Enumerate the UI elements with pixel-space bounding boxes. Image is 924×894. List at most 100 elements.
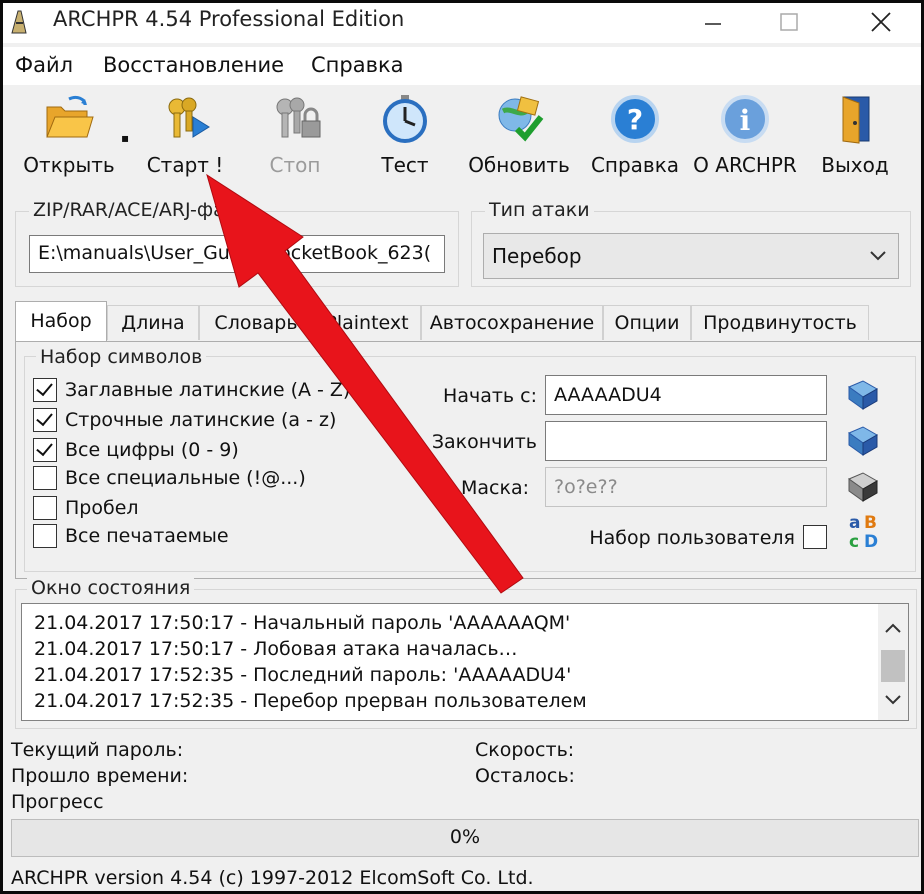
maximize-icon — [780, 13, 798, 31]
space-checkbox-row[interactable]: Пробел — [33, 495, 139, 521]
tab-plaintext[interactable]: Plaintext — [313, 305, 421, 340]
scroll-up-icon[interactable] — [878, 614, 908, 644]
uppercase-checkbox[interactable] — [33, 378, 57, 402]
open-dropdown-arrow[interactable]: ▪ — [121, 131, 129, 145]
tab-charset[interactable]: Набор — [15, 301, 107, 342]
svg-text:a: a — [849, 513, 860, 533]
start-button[interactable]: Старт ! — [129, 87, 241, 187]
lowercase-checkbox[interactable] — [33, 408, 57, 432]
menu-recovery[interactable]: Восстановление — [103, 53, 284, 77]
minimize-button[interactable] — [683, 3, 743, 41]
mask-picker-icon[interactable] — [845, 469, 879, 503]
printable-checkbox-row[interactable]: Все печатаемые — [33, 523, 229, 549]
log-line: 21.04.2017 17:50:17 - Начальный пароль '… — [34, 612, 571, 634]
about-label: О ARCHPR — [693, 153, 797, 177]
app-icon — [11, 10, 27, 34]
progress-bar: 0% — [11, 819, 919, 857]
menu-bar: Файл Восстановление Справка — [3, 47, 921, 85]
open-button[interactable]: Открыть — [13, 87, 125, 187]
start-from-picker-icon[interactable] — [845, 377, 879, 411]
keys-play-icon — [168, 97, 210, 138]
space-checkbox[interactable] — [33, 496, 57, 520]
menu-file[interactable]: Файл — [15, 53, 73, 77]
close-icon — [871, 12, 891, 32]
title-bar: ARCHPR 4.54 Professional Edition — [3, 3, 921, 43]
log-scrollbar[interactable] — [878, 604, 908, 720]
special-checkbox-row[interactable]: Все специальные (!@...) — [33, 465, 306, 491]
minimize-icon — [705, 23, 721, 25]
keys-lock-icon — [276, 97, 321, 138]
lowercase-label: Строчные латинские (a - z) — [65, 409, 337, 431]
tab-options[interactable]: Опции — [603, 305, 691, 340]
abcd-charset-icon[interactable]: a B c D — [847, 511, 883, 551]
app-window: ARCHPR 4.54 Professional Edition Файл Во… — [0, 0, 924, 894]
stopwatch-icon — [383, 95, 427, 143]
log-line: 21.04.2017 17:50:17 - Лобовая атака нача… — [34, 638, 518, 660]
digits-checkbox-row[interactable]: Все цифры (0 - 9) — [33, 437, 239, 463]
scroll-down-icon[interactable] — [878, 686, 908, 716]
space-label: Пробел — [65, 497, 139, 519]
printable-label: Все печатаемые — [65, 525, 229, 547]
stop-button: Стоп — [239, 87, 351, 187]
status-log[interactable]: 21.04.2017 17:50:17 - Начальный пароль '… — [21, 603, 909, 721]
special-checkbox[interactable] — [33, 466, 57, 490]
printable-checkbox[interactable] — [33, 524, 57, 548]
tab-length[interactable]: Длина — [107, 305, 199, 340]
exit-button[interactable]: Выход — [799, 87, 911, 187]
status-bar: ARCHPR version 4.54 (c) 1997-2012 ElcomS… — [11, 867, 534, 889]
test-label: Тест — [381, 153, 429, 177]
mask-input[interactable]: ?o?e?? — [545, 467, 827, 507]
file-group-title: ZIP/RAR/ACE/ARJ-файл — [29, 199, 254, 221]
update-label: Обновить — [468, 153, 570, 177]
end-picker-icon[interactable] — [845, 423, 879, 457]
toolbar: Открыть ▪ Старт ! Стоп Тест Обновить ? С… — [3, 87, 921, 187]
open-label: Открыть — [23, 153, 115, 177]
exit-label: Выход — [821, 153, 889, 177]
tab-autosave[interactable]: Автосохранение — [421, 305, 603, 340]
attack-type-select[interactable]: Перебор — [483, 233, 899, 279]
window-title: ARCHPR 4.54 Professional Edition — [53, 7, 405, 31]
question-circle-icon: ? — [611, 95, 659, 143]
archive-path-input[interactable]: E:\manuals\User_Guide_PocketBook_623( — [29, 235, 445, 273]
globe-check-icon — [498, 96, 544, 142]
start-label: Старт ! — [146, 153, 224, 177]
log-line: 21.04.2017 17:52:35 - Перебор прерван по… — [34, 690, 587, 712]
maximize-button[interactable] — [759, 3, 819, 41]
lowercase-checkbox-row[interactable]: Строчные латинские (a - z) — [33, 407, 336, 433]
mask-label: Маска: — [460, 477, 529, 499]
svg-text:D: D — [864, 532, 878, 551]
progress-percent: 0% — [449, 826, 481, 848]
start-from-input[interactable]: AAAAADU4 — [545, 375, 827, 415]
attack-type-title: Тип атаки — [485, 199, 594, 221]
uppercase-checkbox-row[interactable]: Заглавные латинские (A - Z) — [33, 377, 350, 403]
progress-label: Прогресс — [11, 791, 104, 813]
chevron-down-icon — [868, 234, 888, 293]
help-button[interactable]: ? Справка — [579, 87, 691, 187]
status-window-title: Окно состояния — [27, 577, 195, 599]
tab-dictionary[interactable]: Словарь — [199, 305, 313, 340]
charset-title: Набор символов — [36, 346, 207, 368]
end-input[interactable] — [545, 421, 827, 461]
attack-type-value: Перебор — [492, 244, 582, 268]
scroll-thumb[interactable] — [881, 650, 905, 682]
digits-checkbox[interactable] — [33, 438, 57, 462]
folder-open-icon — [46, 95, 94, 138]
menu-help[interactable]: Справка — [311, 53, 404, 77]
door-exit-icon — [842, 96, 870, 144]
user-charset-checkbox[interactable] — [803, 525, 827, 549]
remaining-label: Осталось: — [475, 765, 575, 787]
svg-text:B: B — [864, 513, 877, 533]
elapsed-label: Прошло времени: — [11, 765, 189, 787]
about-button[interactable]: i О ARCHPR — [689, 87, 801, 187]
test-button[interactable]: Тест — [349, 87, 461, 187]
svg-text:i: i — [740, 104, 751, 137]
svg-text:c: c — [849, 532, 859, 551]
update-button[interactable]: Обновить — [463, 87, 575, 187]
log-line: 21.04.2017 17:52:35 - Последний пароль: … — [34, 664, 572, 686]
close-button[interactable] — [851, 3, 911, 41]
speed-label: Скорость: — [475, 739, 575, 761]
tab-advanced[interactable]: Продвинутость — [691, 305, 869, 340]
start-from-label: Начать с: — [443, 385, 537, 407]
current-password-label: Текущий пароль: — [11, 739, 184, 761]
digits-label: Все цифры (0 - 9) — [65, 439, 239, 461]
